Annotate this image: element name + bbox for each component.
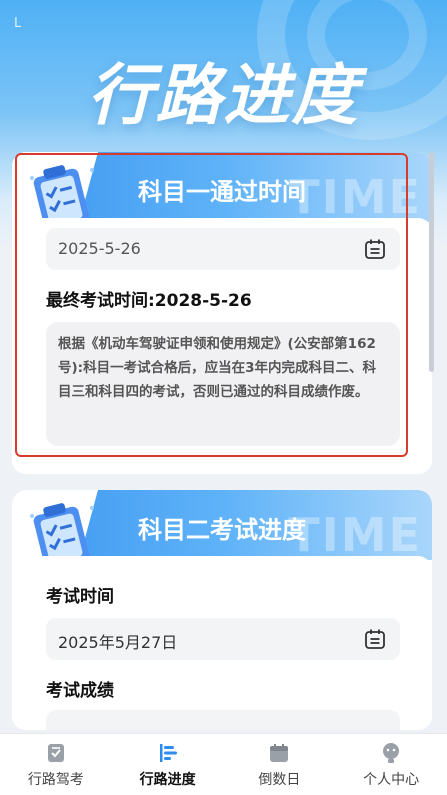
person-icon [383,743,400,763]
status-mark: L [14,16,22,31]
tab-label: 个人中心 [363,772,420,788]
tab-progress[interactable]: 行路进度 [112,734,224,795]
calendar-icon [270,744,289,762]
tab-profile[interactable]: 个人中心 [335,734,447,795]
subject-one-card: TIME 科目一通过时间 2025-5-26 最终考试时间:2028-5-26 … [12,152,432,474]
progress-icon [159,744,177,762]
score-label: 考试成绩 [46,681,114,701]
exam-date-value: 2025年5月27日 [58,633,178,652]
pass-date-value: 2025-5-26 [58,239,141,258]
tab-label: 行路进度 [139,772,196,788]
tab-driving-exam[interactable]: 行路驾考 [0,734,112,795]
rule-text: 根据《机动车驾驶证申领和使用规定》(公安部第162号):科目一考试合格后，应当在… [46,322,400,446]
pass-date-field[interactable]: 2025-5-26 [46,228,400,270]
calendar-icon[interactable] [364,238,386,260]
card-title: 科目二考试进度 [138,516,306,544]
tab-label: 行路驾考 [27,772,84,788]
card-title: 科目一通过时间 [138,178,306,206]
page-title: 行路进度 [87,57,360,134]
calendar-icon[interactable] [364,628,386,650]
subject-two-card: TIME 科目二考试进度 考试时间 2025年5月27日 考试成绩 [12,490,432,730]
bottom-tab-bar: 行路驾考 行路进度 倒数日 个人中心 [0,733,447,795]
scrollbar[interactable] [429,152,434,372]
tab-countdown[interactable]: 倒数日 [224,734,336,795]
exam-date-field[interactable]: 2025年5月27日 [46,618,400,660]
card-body: 考试时间 2025年5月27日 考试成绩 [12,556,432,730]
tab-label: 倒数日 [258,772,301,788]
exam-time-label: 考试时间 [46,587,114,607]
card-body: 2025-5-26 最终考试时间:2028-5-26 根据《机动车驾驶证申领和使… [12,218,432,474]
score-field[interactable] [46,710,400,730]
checklist-icon [47,744,64,762]
deadline-label: 最终考试时间:2028-5-26 [46,291,252,311]
